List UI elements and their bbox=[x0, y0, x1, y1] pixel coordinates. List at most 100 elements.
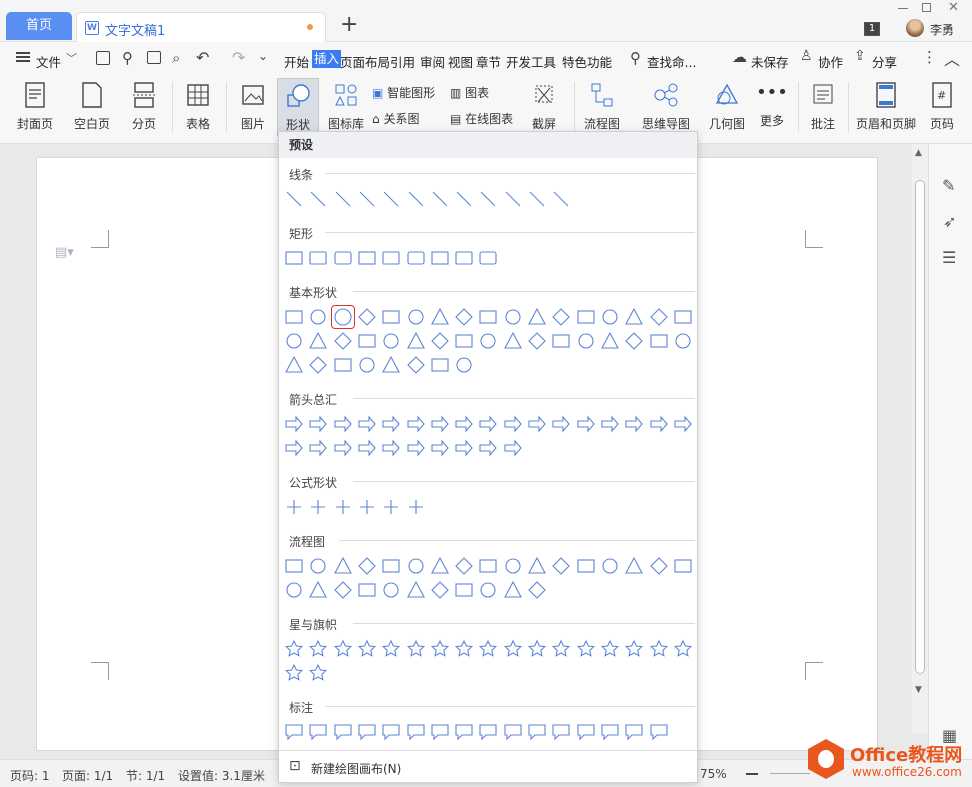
shape-1-3[interactable] bbox=[356, 247, 378, 269]
shape-3-15[interactable] bbox=[648, 413, 670, 435]
shape-2-30[interactable] bbox=[599, 330, 621, 352]
shape-6-10[interactable] bbox=[526, 638, 548, 660]
zoom-level[interactable]: 75% bbox=[700, 767, 727, 781]
shape-4-0[interactable] bbox=[283, 496, 305, 518]
scroll-thumb[interactable] bbox=[915, 180, 925, 674]
shape-5-22[interactable] bbox=[405, 579, 427, 601]
shape-2-26[interactable] bbox=[502, 330, 524, 352]
shape-5-21[interactable] bbox=[380, 579, 402, 601]
page-number-button[interactable]: # 页码 bbox=[924, 82, 960, 132]
shape-7-13[interactable] bbox=[599, 721, 621, 743]
shape-7-8[interactable] bbox=[477, 721, 499, 743]
new-tab-plus-icon[interactable]: + bbox=[340, 12, 358, 38]
shape-3-24[interactable] bbox=[453, 437, 475, 459]
shape-3-19[interactable] bbox=[332, 437, 354, 459]
blank-page-button[interactable]: 空白页 bbox=[66, 82, 118, 132]
cloud-icon[interactable]: ☁ bbox=[732, 48, 747, 66]
shape-2-23[interactable] bbox=[429, 330, 451, 352]
shape-1-1[interactable] bbox=[307, 247, 329, 269]
shape-5-16[interactable] bbox=[672, 555, 694, 577]
shape-0-9[interactable] bbox=[502, 188, 524, 210]
shape-0-4[interactable] bbox=[380, 188, 402, 210]
cover-page-button[interactable]: 封面页 bbox=[10, 82, 60, 132]
online-chart-button[interactable]: ▤ 在线图表 bbox=[450, 110, 513, 127]
shape-2-8[interactable] bbox=[477, 306, 499, 328]
shape-6-5[interactable] bbox=[405, 638, 427, 660]
shape-5-11[interactable] bbox=[550, 555, 572, 577]
shape-3-12[interactable] bbox=[575, 413, 597, 435]
shape-3-7[interactable] bbox=[453, 413, 475, 435]
shape-4-5[interactable] bbox=[405, 496, 427, 518]
unsaved-status[interactable]: 未保存 bbox=[751, 52, 789, 71]
shape-2-33[interactable] bbox=[672, 330, 694, 352]
shape-button[interactable]: 形状 bbox=[277, 78, 319, 136]
shape-7-10[interactable] bbox=[526, 721, 548, 743]
shape-7-0[interactable] bbox=[283, 721, 305, 743]
user-name[interactable]: 李勇 bbox=[930, 21, 954, 38]
shape-3-25[interactable] bbox=[477, 437, 499, 459]
shape-5-14[interactable] bbox=[623, 555, 645, 577]
shape-3-10[interactable] bbox=[526, 413, 548, 435]
shape-3-13[interactable] bbox=[599, 413, 621, 435]
shape-5-1[interactable] bbox=[307, 555, 329, 577]
search-icon[interactable]: ⚲ bbox=[630, 49, 641, 67]
menu-tab-3[interactable]: 引用 bbox=[390, 52, 415, 71]
shape-5-7[interactable] bbox=[453, 555, 475, 577]
shape-5-2[interactable] bbox=[332, 555, 354, 577]
shape-4-3[interactable] bbox=[356, 496, 378, 518]
shape-2-17[interactable] bbox=[283, 330, 305, 352]
shape-2-40[interactable] bbox=[429, 354, 451, 376]
shape-2-41[interactable] bbox=[453, 354, 475, 376]
command-search[interactable]: 查找命... bbox=[647, 52, 696, 71]
tab-home[interactable]: 首页 bbox=[6, 12, 72, 40]
shape-7-14[interactable] bbox=[623, 721, 645, 743]
shape-6-0[interactable] bbox=[283, 638, 305, 660]
shape-6-11[interactable] bbox=[550, 638, 572, 660]
paragraph-options-icon[interactable]: ▤▾ bbox=[55, 245, 74, 260]
menu-tab-7[interactable]: 开发工具 bbox=[506, 52, 556, 71]
maximize-icon[interactable] bbox=[922, 3, 931, 12]
shape-6-4[interactable] bbox=[380, 638, 402, 660]
shape-5-27[interactable] bbox=[526, 579, 548, 601]
shape-2-35[interactable] bbox=[307, 354, 329, 376]
shape-2-36[interactable] bbox=[332, 354, 354, 376]
shape-7-12[interactable] bbox=[575, 721, 597, 743]
shape-5-9[interactable] bbox=[502, 555, 524, 577]
redo-icon[interactable]: ↷ bbox=[232, 48, 245, 67]
shape-2-21[interactable] bbox=[380, 330, 402, 352]
shape-6-2[interactable] bbox=[332, 638, 354, 660]
shape-5-4[interactable] bbox=[380, 555, 402, 577]
smartart-button[interactable]: ▣ 智能图形 bbox=[372, 84, 435, 101]
collab-icon[interactable]: ♙ bbox=[800, 48, 813, 64]
shape-7-4[interactable] bbox=[380, 721, 402, 743]
shape-4-2[interactable] bbox=[332, 496, 354, 518]
image-button[interactable]: 图片 bbox=[232, 82, 274, 132]
chart-button[interactable]: ▥ 图表 bbox=[450, 84, 489, 101]
shape-7-15[interactable] bbox=[648, 721, 670, 743]
shape-2-4[interactable] bbox=[380, 306, 402, 328]
shape-6-15[interactable] bbox=[648, 638, 670, 660]
shape-6-6[interactable] bbox=[429, 638, 451, 660]
shape-2-16[interactable] bbox=[672, 306, 694, 328]
shape-5-10[interactable] bbox=[526, 555, 548, 577]
more-vertical-icon[interactable]: ⋮ bbox=[922, 48, 937, 66]
shape-7-3[interactable] bbox=[356, 721, 378, 743]
shape-2-22[interactable] bbox=[405, 330, 427, 352]
shape-3-6[interactable] bbox=[429, 413, 451, 435]
shape-4-4[interactable] bbox=[380, 496, 402, 518]
shape-7-6[interactable] bbox=[429, 721, 451, 743]
shape-3-21[interactable] bbox=[380, 437, 402, 459]
menu-tab-2[interactable]: 页面布局 bbox=[340, 52, 390, 71]
shape-6-17[interactable] bbox=[283, 662, 305, 684]
shape-6-7[interactable] bbox=[453, 638, 475, 660]
shape-7-11[interactable] bbox=[550, 721, 572, 743]
shape-5-17[interactable] bbox=[283, 579, 305, 601]
shape-3-17[interactable] bbox=[283, 437, 305, 459]
shape-0-3[interactable] bbox=[356, 188, 378, 210]
shape-2-37[interactable] bbox=[356, 354, 378, 376]
shape-4-1[interactable] bbox=[307, 496, 329, 518]
pen-icon[interactable]: ✎ bbox=[942, 176, 955, 195]
menu-tab-0[interactable]: 开始 bbox=[284, 52, 309, 71]
shape-6-16[interactable] bbox=[672, 638, 694, 660]
shape-0-5[interactable] bbox=[405, 188, 427, 210]
